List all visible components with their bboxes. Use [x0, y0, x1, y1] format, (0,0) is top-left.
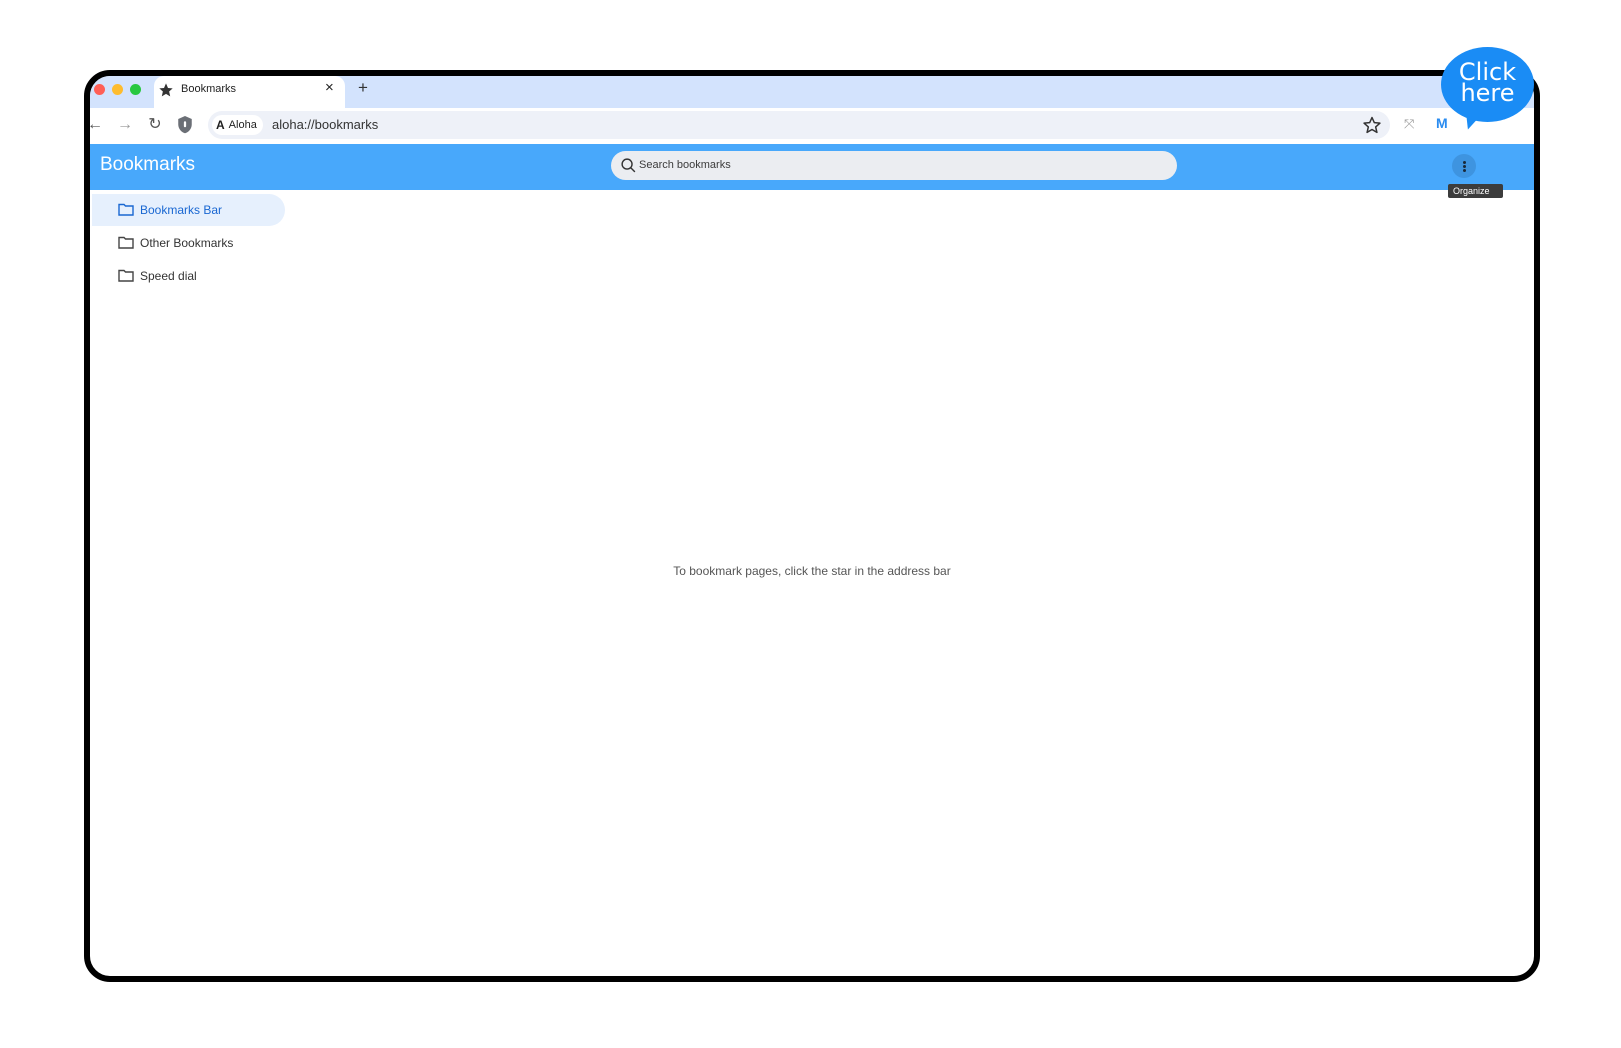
search-box[interactable] — [611, 151, 1177, 180]
sidebar-item-bookmarks-bar[interactable]: Bookmarks Bar — [92, 194, 285, 226]
more-vert-icon — [1463, 169, 1466, 172]
organize-tooltip: Organize — [1448, 184, 1503, 198]
star-icon — [159, 83, 173, 97]
page-title: Bookmarks — [100, 154, 196, 175]
browser-window: Bookmarks × + ← → ↻ A Aloha aloha://book… — [84, 70, 1540, 982]
sidebar-item-label: Speed dial — [140, 269, 197, 283]
aloha-logo-icon: A — [216, 118, 225, 132]
bookmarks-header: Bookmarks — [90, 144, 1534, 190]
sidebar-item-speed-dial[interactable]: Speed dial — [92, 260, 285, 292]
more-vert-icon — [1463, 161, 1466, 164]
site-chip[interactable]: A Aloha — [212, 115, 263, 135]
tab-title: Bookmarks — [181, 83, 237, 95]
sidebar-item-label: Bookmarks Bar — [140, 203, 223, 217]
organize-menu-button[interactable] — [1452, 154, 1476, 178]
tab-strip: Bookmarks × + — [90, 76, 1534, 108]
click-here-callout[interactable]: Click here — [1441, 47, 1534, 122]
empty-state-message: To bookmark pages, click the star in the… — [673, 564, 951, 578]
address-bar[interactable]: A Aloha aloha://bookmarks — [208, 111, 1390, 139]
sidebar-item-label: Other Bookmarks — [140, 236, 234, 250]
url-text[interactable]: aloha://bookmarks — [272, 117, 378, 132]
search-icon — [621, 158, 636, 173]
new-tab-button[interactable]: + — [358, 79, 368, 97]
sidebar-item-other-bookmarks[interactable]: Other Bookmarks — [92, 227, 285, 259]
close-tab-button[interactable]: × — [325, 80, 334, 96]
forward-button[interactable]: → — [116, 116, 134, 134]
callout-line-2: here — [1460, 79, 1515, 107]
extension-icon[interactable]: ⤧ — [1404, 116, 1422, 134]
more-vert-icon — [1463, 165, 1466, 168]
minimize-window-button[interactable] — [112, 84, 123, 95]
reload-button[interactable]: ↻ — [146, 116, 164, 134]
close-window-button[interactable] — [94, 84, 105, 95]
folder-icon — [118, 203, 134, 216]
toolbar: ← → ↻ A Aloha aloha://bookmarks ⤧ M — [90, 108, 1534, 144]
tab-bookmarks[interactable]: Bookmarks × — [154, 76, 345, 108]
shield-icon[interactable] — [176, 115, 194, 135]
bookmark-star-icon[interactable] — [1362, 115, 1382, 135]
profile-avatar[interactable]: M — [1436, 115, 1456, 135]
site-chip-label: Aloha — [228, 119, 257, 131]
maximize-window-button[interactable] — [130, 84, 141, 95]
search-input[interactable] — [639, 156, 1159, 174]
back-button[interactable]: ← — [90, 116, 104, 134]
folder-icon — [118, 269, 134, 282]
folder-icon — [118, 236, 134, 249]
